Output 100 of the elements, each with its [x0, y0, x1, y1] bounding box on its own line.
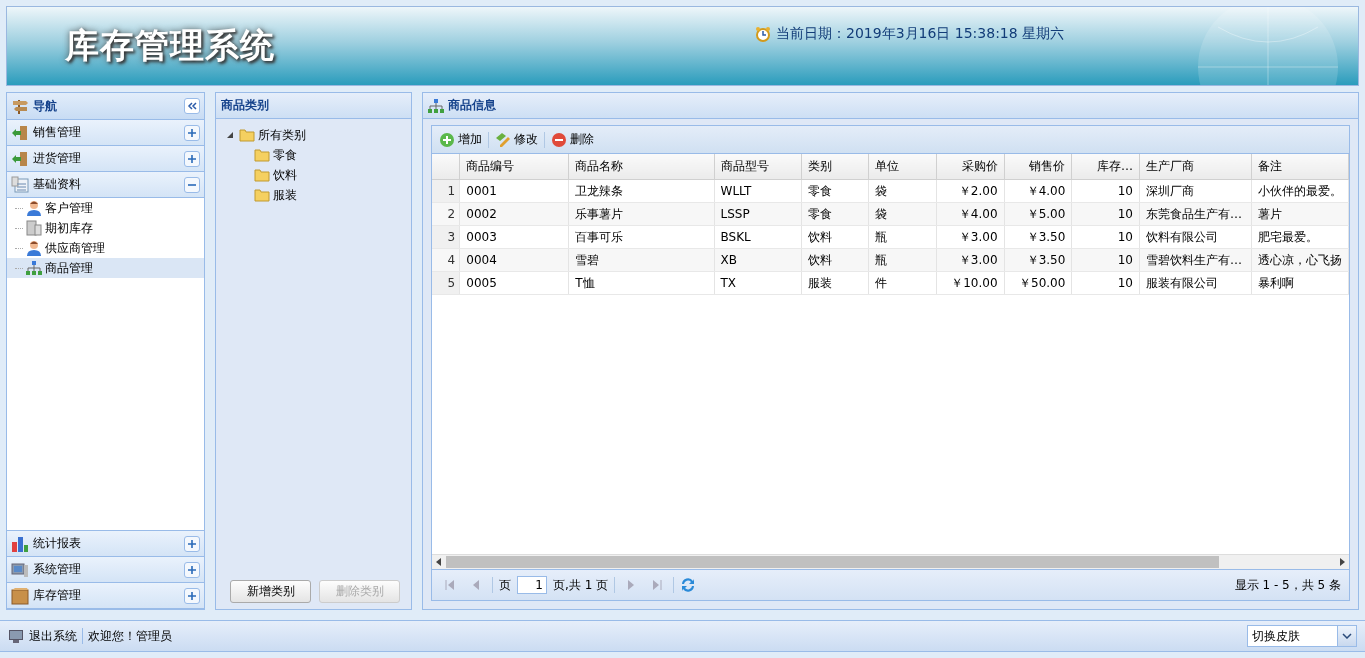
- folder-icon: [239, 127, 255, 143]
- tree-node-label[interactable]: 所有类别: [258, 126, 306, 144]
- alarm-clock-icon: [755, 26, 771, 42]
- refresh-icon[interactable]: [680, 577, 697, 593]
- folder-icon: [254, 167, 270, 183]
- table-cell: 0003: [459, 225, 569, 249]
- nav-item[interactable]: 客户管理: [7, 198, 204, 218]
- table-cell: BSKL: [714, 225, 802, 249]
- column-header[interactable]: 类别: [801, 154, 869, 180]
- table-cell: 袋: [868, 179, 937, 203]
- table-cell: ￥3.00: [936, 225, 1005, 249]
- row-number: 5: [432, 271, 460, 295]
- table-cell: 10: [1071, 225, 1140, 249]
- page-number-field[interactable]: 1: [517, 576, 547, 594]
- column-header[interactable]: 商品编号: [459, 154, 569, 180]
- logout-link[interactable]: 退出系统: [29, 627, 77, 645]
- table-cell: 10: [1071, 179, 1140, 203]
- table-cell: 0005: [459, 271, 569, 295]
- row-number: 2: [432, 202, 460, 226]
- nav-section-header[interactable]: 销售管理: [7, 120, 204, 146]
- table-cell: 卫龙辣条: [568, 179, 715, 203]
- user-icon: [26, 200, 42, 216]
- expand-icon[interactable]: [184, 150, 200, 167]
- table-cell: 10: [1071, 271, 1140, 295]
- nav-item[interactable]: 供应商管理: [7, 238, 204, 258]
- collapse-button[interactable]: [184, 98, 200, 114]
- table-cell: T恤: [568, 271, 715, 295]
- column-header[interactable]: 采购价: [936, 154, 1005, 180]
- table-cell: ￥3.50: [1004, 225, 1072, 249]
- form-icon: [11, 175, 29, 194]
- nav-section-header[interactable]: 进货管理: [7, 146, 204, 172]
- record-summary: 显示 1 - 5，共 5 条: [1234, 576, 1341, 594]
- table-cell: 服装: [801, 271, 869, 295]
- user-icon: [26, 240, 42, 256]
- edit-button[interactable]: 修改: [493, 129, 540, 150]
- horizontal-scrollbar[interactable]: [432, 554, 1349, 569]
- scroll-left-icon[interactable]: [436, 558, 442, 566]
- add-button[interactable]: 增加: [437, 129, 484, 150]
- nav-item[interactable]: 商品管理: [7, 258, 204, 278]
- panel-title: 商品类别: [221, 97, 269, 114]
- expanded-arrow-icon[interactable]: [226, 131, 236, 139]
- category-button[interactable]: 新增类别: [230, 580, 311, 603]
- page-total: 页,共 1 页: [553, 576, 609, 594]
- nav-section-header[interactable]: 基础资料: [7, 172, 204, 198]
- table-cell: ￥4.00: [1004, 179, 1072, 203]
- nav-item-label: 期初库存: [45, 219, 93, 237]
- computer-icon: [11, 560, 29, 579]
- table-cell: 深圳厂商: [1139, 179, 1252, 203]
- expand-icon[interactable]: [184, 124, 200, 141]
- nav-section-label: 库存管理: [33, 587, 82, 604]
- table-cell: 乐事薯片: [568, 202, 715, 226]
- double-left-chevron-icon: [187, 101, 197, 111]
- skin-select[interactable]: 切换皮肤: [1247, 625, 1357, 647]
- delete-button[interactable]: 删除: [549, 129, 596, 150]
- column-header[interactable]: 生产厂商: [1139, 154, 1252, 180]
- first-page-icon[interactable]: [444, 579, 456, 591]
- column-header[interactable]: 销售价: [1004, 154, 1072, 180]
- nav-section-header[interactable]: 库存管理: [7, 583, 204, 609]
- expand-icon[interactable]: [184, 587, 200, 604]
- nav-item[interactable]: 期初库存: [7, 218, 204, 238]
- nav-title: 导航: [33, 97, 58, 115]
- expand-icon[interactable]: [184, 561, 200, 578]
- nav-item-label: 供应商管理: [45, 239, 105, 257]
- row-number: 1: [432, 179, 460, 203]
- tree-node-label[interactable]: 饮料: [273, 166, 297, 184]
- nav-section-label: 统计报表: [33, 535, 82, 552]
- column-header[interactable]: 库存…: [1071, 154, 1140, 180]
- table-cell: WLLT: [714, 179, 802, 203]
- table-cell: 雪碧饮料生产有…: [1139, 248, 1252, 272]
- plus-circle-icon: [439, 131, 455, 148]
- page-label: 页: [499, 576, 511, 594]
- nav-item-label: 商品管理: [45, 259, 93, 277]
- nav-section-header[interactable]: 统计报表: [7, 531, 204, 557]
- column-header[interactable]: 单位: [868, 154, 937, 180]
- column-header[interactable]: 商品名称: [568, 154, 715, 180]
- table-cell: 小伙伴的最爱。: [1251, 179, 1349, 203]
- nav-section-label: 销售管理: [33, 124, 82, 141]
- tree-node-label[interactable]: 零食: [273, 146, 297, 164]
- nav-section-label: 系统管理: [33, 561, 82, 578]
- tree-node-label[interactable]: 服装: [273, 186, 297, 204]
- welcome-text: 欢迎您！管理员: [88, 627, 172, 645]
- scroll-right-icon[interactable]: [1339, 558, 1345, 566]
- hierarchy-icon: [26, 260, 42, 276]
- folder-icon: [254, 187, 270, 203]
- table-cell: 饮料有限公司: [1139, 225, 1252, 249]
- table-cell: 雪碧: [568, 248, 715, 272]
- last-page-icon[interactable]: [651, 579, 664, 591]
- table-cell: 件: [868, 271, 937, 295]
- collapse-icon[interactable]: [184, 176, 200, 193]
- monitor-icon: [8, 628, 24, 644]
- column-header[interactable]: 商品型号: [714, 154, 802, 180]
- row-number: 4: [432, 248, 460, 272]
- nav-section-label: 基础资料: [33, 176, 82, 193]
- expand-icon[interactable]: [184, 535, 200, 552]
- app-title: 库存管理系统: [65, 24, 275, 67]
- column-header[interactable]: 备注: [1251, 154, 1349, 180]
- nav-section-header[interactable]: 系统管理: [7, 557, 204, 583]
- table-cell: 0001: [459, 179, 569, 203]
- hierarchy-icon: [428, 97, 444, 114]
- table-cell: 百事可乐: [568, 225, 715, 249]
